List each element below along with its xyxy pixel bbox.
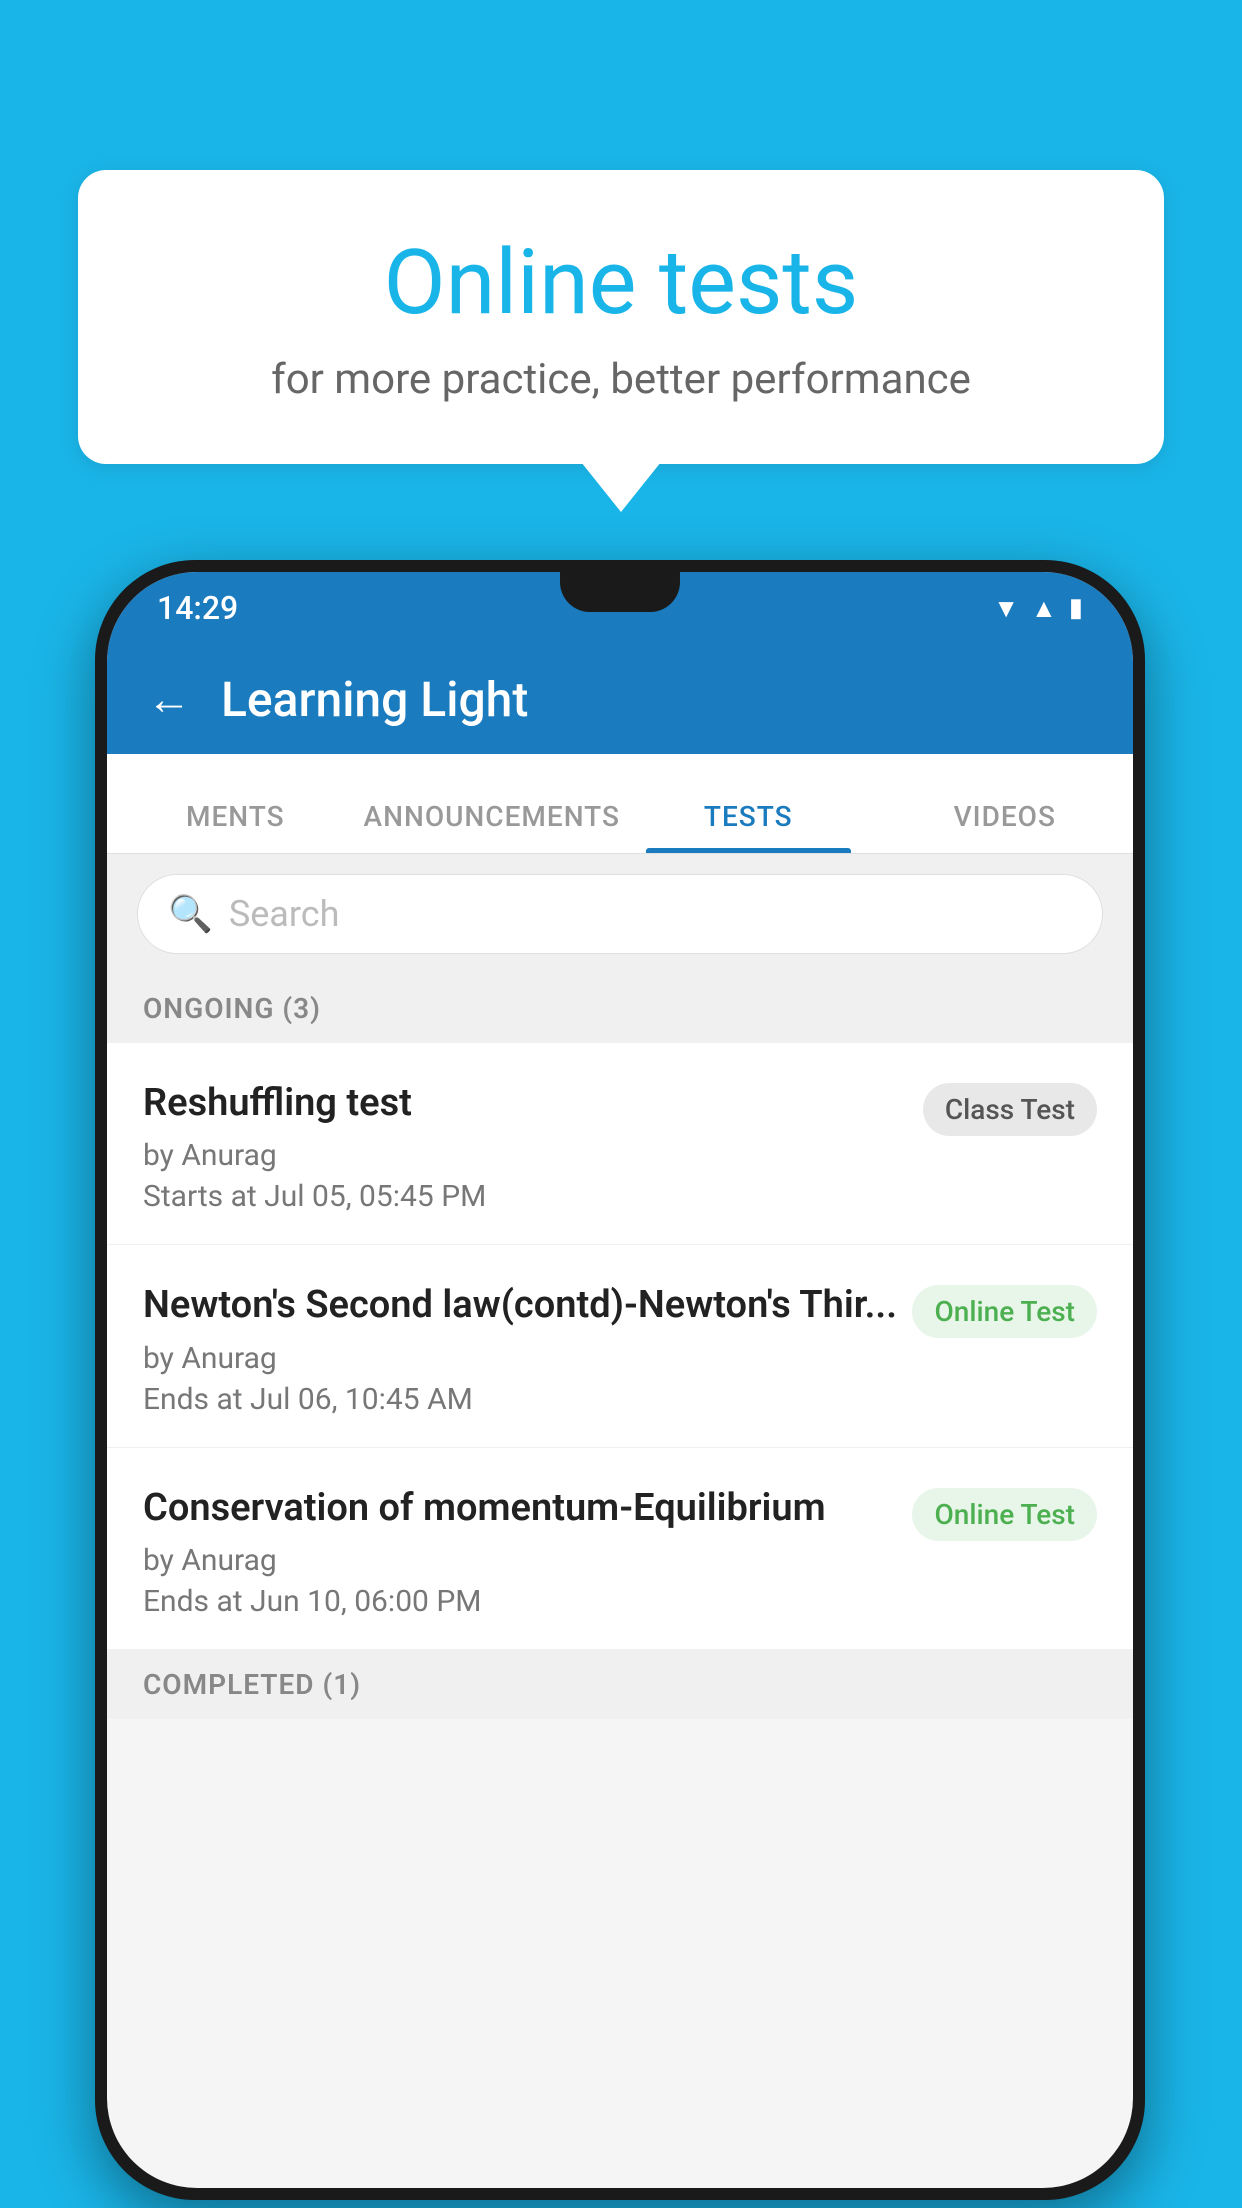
status-time: 14:29: [157, 589, 238, 627]
bubble-title: Online tests: [158, 230, 1084, 335]
test-info-2: Newton's Second law(contd)-Newton's Thir…: [143, 1281, 912, 1416]
speech-bubble: Online tests for more practice, better p…: [78, 170, 1164, 464]
search-input[interactable]: Search: [229, 893, 340, 935]
test-author-3: by Anurag: [143, 1543, 912, 1578]
tab-ments[interactable]: MENTS: [107, 800, 364, 853]
test-info-3: Conservation of momentum-Equilibrium by …: [143, 1484, 912, 1619]
app-bar: ← Learning Light: [107, 644, 1133, 754]
signal-icon: ▲: [1031, 593, 1057, 624]
search-icon: 🔍: [168, 893, 213, 935]
phone-inner: 14:29 ▼ ▲ ▮ ← Learning Light MENTS ANNOU…: [107, 572, 1133, 2188]
status-bar: 14:29 ▼ ▲ ▮: [107, 572, 1133, 644]
notch: [560, 572, 680, 612]
ongoing-section-header: ONGOING (3): [107, 974, 1133, 1043]
test-item-newton[interactable]: Newton's Second law(contd)-Newton's Thir…: [107, 1245, 1133, 1447]
test-item-conservation[interactable]: Conservation of momentum-Equilibrium by …: [107, 1448, 1133, 1650]
tab-videos[interactable]: VIDEOS: [877, 800, 1134, 853]
back-button[interactable]: ←: [147, 673, 191, 725]
test-badge-2: Online Test: [912, 1285, 1097, 1338]
tab-announcements[interactable]: ANNOUNCEMENTS: [364, 800, 621, 853]
tab-tests[interactable]: TESTS: [620, 800, 877, 853]
test-badge-3: Online Test: [912, 1488, 1097, 1541]
test-name-2: Newton's Second law(contd)-Newton's Thir…: [143, 1281, 912, 1330]
test-name-3: Conservation of momentum-Equilibrium: [143, 1484, 912, 1533]
completed-section-header: COMPLETED (1): [107, 1650, 1133, 1719]
test-badge-1: Class Test: [923, 1083, 1097, 1136]
test-date-2: Ends at Jul 06, 10:45 AM: [143, 1382, 912, 1417]
search-container: 🔍 Search: [107, 854, 1133, 974]
search-bar[interactable]: 🔍 Search: [137, 874, 1103, 954]
phone-frame: 14:29 ▼ ▲ ▮ ← Learning Light MENTS ANNOU…: [95, 560, 1145, 2200]
test-author-1: by Anurag: [143, 1138, 923, 1173]
test-info-1: Reshuffling test by Anurag Starts at Jul…: [143, 1079, 923, 1214]
test-item-reshuffling[interactable]: Reshuffling test by Anurag Starts at Jul…: [107, 1043, 1133, 1245]
test-date-3: Ends at Jun 10, 06:00 PM: [143, 1584, 912, 1619]
test-author-2: by Anurag: [143, 1341, 912, 1376]
tabs-bar: MENTS ANNOUNCEMENTS TESTS VIDEOS: [107, 754, 1133, 854]
test-date-1: Starts at Jul 05, 05:45 PM: [143, 1179, 923, 1214]
status-icons: ▼ ▲ ▮: [993, 593, 1083, 624]
bubble-subtitle: for more practice, better performance: [158, 355, 1084, 404]
app-title: Learning Light: [221, 671, 528, 728]
test-name-1: Reshuffling test: [143, 1079, 923, 1128]
battery-icon: ▮: [1069, 593, 1083, 623]
wifi-icon: ▼: [993, 593, 1019, 624]
